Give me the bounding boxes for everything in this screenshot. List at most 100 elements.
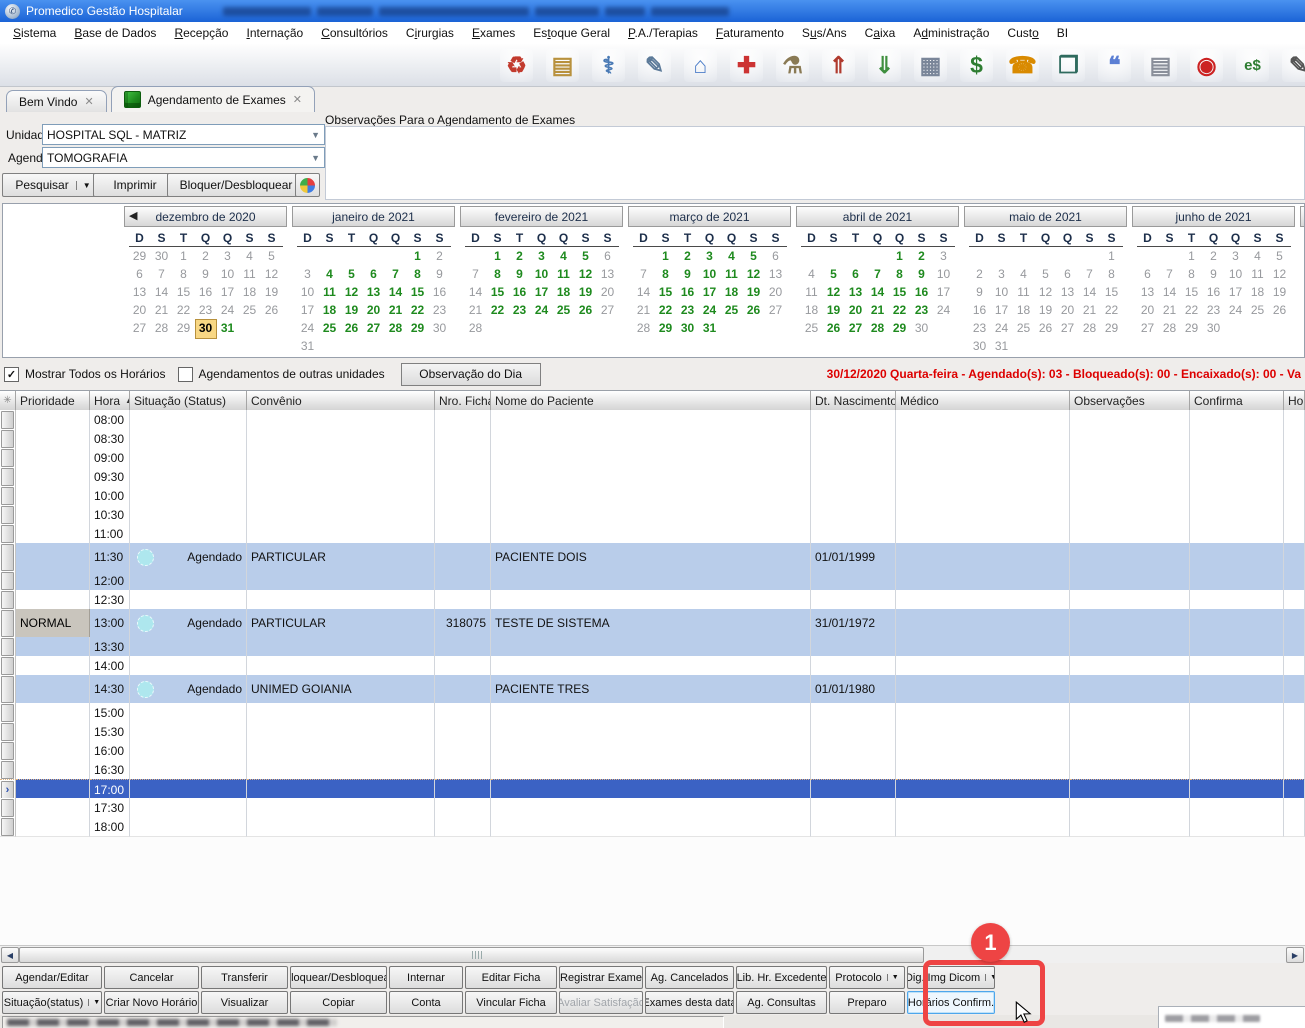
calendar-day-3[interactable]: 3 [699, 247, 721, 265]
menu-item-sistema[interactable]: Sistema [4, 23, 65, 43]
calendar-day-25[interactable]: 25 [1247, 301, 1269, 319]
schedule-row-15-30[interactable]: 15:30 [0, 722, 1305, 741]
column-header-observacoes[interactable]: Observações [1070, 391, 1190, 411]
calendar-day-30[interactable]: 30 [677, 319, 699, 337]
action-cancelar[interactable]: Cancelar [104, 966, 199, 989]
calendar-day-29[interactable]: 29 [407, 319, 429, 337]
ambulance-icon[interactable]: ✚ [730, 49, 763, 82]
row-selector[interactable]: › [1, 781, 14, 799]
calendar-day-15[interactable]: 15 [889, 283, 911, 301]
calendar-day-2[interactable]: 2 [1203, 247, 1225, 265]
schedule-row-17-30[interactable]: 17:30 [0, 798, 1305, 817]
calendar-day-22[interactable]: 22 [1181, 301, 1203, 319]
column-header-gutter[interactable]: ✳ [0, 391, 16, 411]
chevron-down-icon[interactable]: ▼ [76, 181, 91, 190]
calendar-day-25[interactable]: 25 [721, 301, 743, 319]
calendar-day-4[interactable]: 4 [721, 247, 743, 265]
calendar-day-6[interactable]: 6 [765, 247, 787, 265]
calendar-day-10[interactable]: 10 [1225, 265, 1247, 283]
calendar-day-1[interactable]: 1 [1181, 247, 1203, 265]
calendar-day-23[interactable]: 23 [677, 301, 699, 319]
calendar-day-22[interactable]: 22 [655, 301, 677, 319]
calendar-day-20[interactable]: 20 [1057, 301, 1079, 319]
calendar-day-11[interactable]: 11 [553, 265, 575, 283]
e-billing-icon[interactable]: e$ [1236, 49, 1269, 82]
calendar-day-1[interactable]: 1 [655, 247, 677, 265]
calendar-day-30[interactable]: 30 [969, 337, 991, 355]
calendar-day-31[interactable]: 31 [297, 337, 319, 355]
calendar-day-25[interactable]: 25 [239, 301, 261, 319]
menu-item-custo[interactable]: Custo [998, 23, 1047, 43]
calendar-day-18[interactable]: 18 [239, 283, 261, 301]
action-criar-novo-hor-rio[interactable]: Criar Novo Horário [104, 991, 199, 1014]
calendar-day-14[interactable]: 14 [1079, 283, 1101, 301]
calendar-day-14[interactable]: 14 [151, 283, 173, 301]
menu-item-faturamento[interactable]: Faturamento [707, 23, 793, 43]
row-selector[interactable] [1, 676, 14, 703]
calendar-day-24[interactable]: 24 [297, 319, 319, 337]
calendar-day-29[interactable]: 29 [655, 319, 677, 337]
schedule-row-10-30[interactable]: 10:30 [0, 505, 1305, 524]
calendar-day-16[interactable]: 16 [429, 283, 451, 301]
action-editar-ficha[interactable]: Editar Ficha [465, 966, 557, 989]
agenda-select[interactable]: TOMOGRAFIA ▼ [42, 147, 325, 168]
calendar-day-17[interactable]: 17 [217, 283, 239, 301]
calendar-day-21[interactable]: 21 [1079, 301, 1101, 319]
calendar-day-28[interactable]: 28 [633, 319, 655, 337]
menu-item-administra-o[interactable]: Administração [904, 23, 998, 43]
calendar-day-16[interactable]: 16 [509, 283, 531, 301]
calendar-day-3[interactable]: 3 [1225, 247, 1247, 265]
action-ag-cancelados[interactable]: Ag. Cancelados [645, 966, 734, 989]
schedule-row-16-00[interactable]: 16:00 [0, 741, 1305, 760]
calendar-day-25[interactable]: 25 [801, 319, 823, 337]
schedule-row-13-30[interactable]: 13:30 [0, 637, 1305, 656]
calendar-day-29[interactable]: 29 [129, 247, 151, 265]
calendar-day-19[interactable]: 19 [261, 283, 283, 301]
calendar-day-22[interactable]: 22 [889, 301, 911, 319]
calendar-day-15[interactable]: 15 [655, 283, 677, 301]
schedule-row-09-30[interactable]: 09:30 [0, 467, 1305, 486]
calendar-day-26[interactable]: 26 [1035, 319, 1057, 337]
action-conta[interactable]: Conta [389, 991, 463, 1014]
row-selector[interactable] [1, 761, 14, 779]
action-internar[interactable]: Internar [389, 966, 463, 989]
scrollbar-thumb[interactable] [19, 947, 924, 963]
calendar-day-12[interactable]: 12 [575, 265, 597, 283]
patient-folder-icon[interactable]: ▤ [546, 49, 579, 82]
schedule-row-08-30[interactable]: 08:30 [0, 429, 1305, 448]
calendar-day-8[interactable]: 8 [173, 265, 195, 283]
schedule-row-15-00[interactable]: 15:00 [0, 703, 1305, 722]
calendar-day-22[interactable]: 22 [173, 301, 195, 319]
calendar-day-2[interactable]: 2 [911, 247, 933, 265]
calendar-day-12[interactable]: 12 [1035, 283, 1057, 301]
action-preparo[interactable]: Preparo [829, 991, 905, 1014]
calendar-day-28[interactable]: 28 [385, 319, 407, 337]
calendar-day-23[interactable]: 23 [195, 301, 217, 319]
row-selector[interactable] [1, 430, 14, 448]
show-all-times-checkbox[interactable]: ✓ [4, 367, 19, 382]
calendar-day-5[interactable]: 5 [1269, 247, 1291, 265]
schedule-row-17-00[interactable]: ›17:00 [0, 779, 1305, 798]
column-header-nascimento[interactable]: Dt. Nascimento [811, 391, 896, 411]
calendar-day-29[interactable]: 29 [1181, 319, 1203, 337]
column-header-hora[interactable]: Hora▲ [90, 391, 130, 411]
calendar-day-19[interactable]: 19 [823, 301, 845, 319]
calendar-day-27[interactable]: 27 [845, 319, 867, 337]
calendar-day-13[interactable]: 13 [845, 283, 867, 301]
signature-icon[interactable]: ✎ [1282, 49, 1305, 82]
calendar-day-11[interactable]: 11 [1013, 283, 1035, 301]
calendar-day-5[interactable]: 5 [575, 247, 597, 265]
calendar-day-20[interactable]: 20 [1137, 301, 1159, 319]
calendar-day-15[interactable]: 15 [487, 283, 509, 301]
row-selector[interactable] [1, 638, 14, 656]
column-header-ficha[interactable]: Nro. Ficha [435, 391, 491, 411]
calendar-day-12[interactable]: 12 [823, 283, 845, 301]
action-bloquear-desbloquear[interactable]: Bloquear/Desbloquear [290, 966, 387, 989]
schedule-row-08-00[interactable]: 08:00 [0, 410, 1305, 429]
menu-item-estoque-geral[interactable]: Estoque Geral [524, 23, 619, 43]
calendar-day-31[interactable]: 31 [991, 337, 1013, 355]
calendar-day-9[interactable]: 9 [1203, 265, 1225, 283]
calendar-day-12[interactable]: 12 [261, 265, 283, 283]
calendar-day-19[interactable]: 19 [1035, 301, 1057, 319]
calendar-day-27[interactable]: 27 [765, 301, 787, 319]
